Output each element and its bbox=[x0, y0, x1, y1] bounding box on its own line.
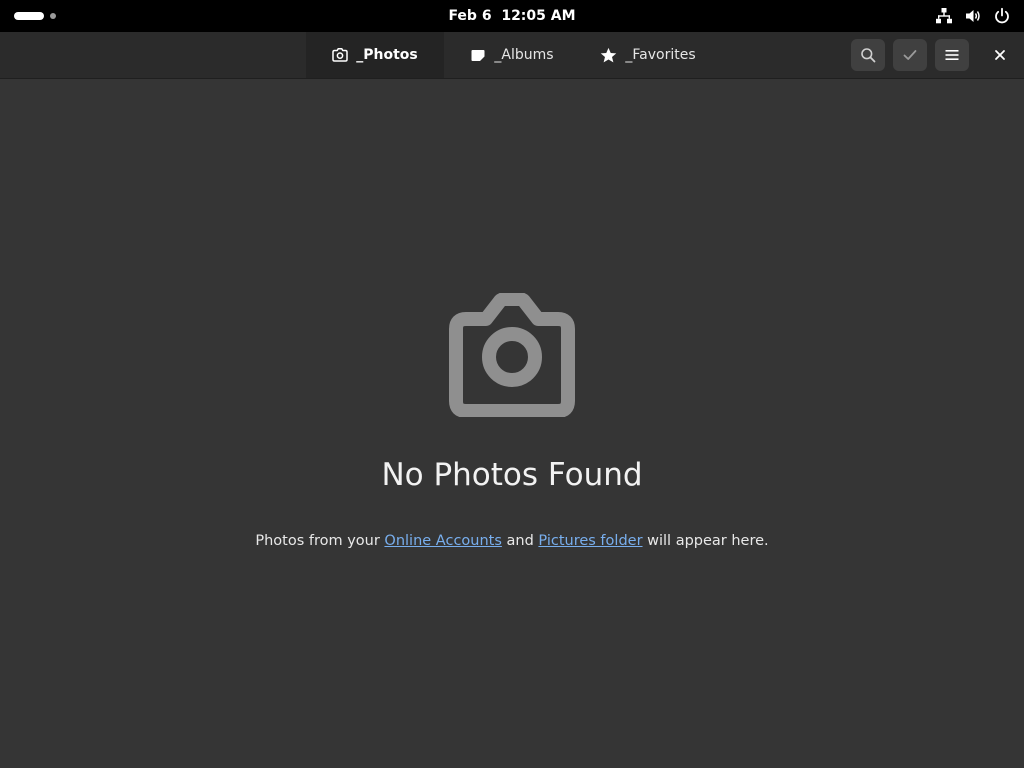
network-icon[interactable] bbox=[934, 6, 954, 26]
activities-indicator[interactable] bbox=[14, 10, 56, 22]
star-icon bbox=[600, 47, 617, 64]
clock[interactable]: Feb 6 12:05 AM bbox=[0, 0, 1024, 32]
empty-desc-suffix: will appear here. bbox=[642, 533, 769, 549]
tab-favorites[interactable]: _Favorites bbox=[580, 32, 716, 78]
tab-favorites-label: _Favorites bbox=[625, 47, 696, 63]
search-button[interactable] bbox=[851, 39, 885, 71]
power-icon[interactable] bbox=[992, 6, 1012, 26]
checkmark-icon bbox=[902, 47, 918, 63]
pictures-folder-link[interactable]: Pictures folder bbox=[538, 533, 642, 549]
camera-icon bbox=[332, 47, 348, 63]
hamburger-menu-icon bbox=[944, 47, 960, 63]
header-bar: _Photos _Albums _Favorites bbox=[0, 32, 1024, 79]
online-accounts-link[interactable]: Online Accounts bbox=[384, 533, 501, 549]
selection-mode-button[interactable] bbox=[893, 39, 927, 71]
main-menu-button[interactable] bbox=[935, 39, 969, 71]
empty-desc-prefix: Photos from your bbox=[255, 533, 385, 549]
system-tray[interactable] bbox=[934, 6, 1012, 26]
clock-time: 12:05 AM bbox=[501, 8, 576, 24]
main-content: No Photos Found Photos from your Online … bbox=[0, 79, 1024, 768]
empty-desc-middle: and bbox=[501, 533, 539, 549]
album-icon bbox=[470, 47, 486, 63]
tab-albums[interactable]: _Albums bbox=[444, 32, 580, 78]
volume-icon[interactable] bbox=[963, 6, 983, 26]
clock-date: Feb 6 bbox=[448, 8, 492, 24]
close-window-button[interactable] bbox=[983, 39, 1017, 71]
tab-albums-label: _Albums bbox=[494, 47, 554, 63]
tab-photos[interactable]: _Photos bbox=[306, 32, 444, 78]
view-switcher: _Photos _Albums _Favorites bbox=[306, 32, 716, 78]
camera-icon bbox=[446, 292, 578, 418]
close-icon bbox=[994, 49, 1006, 61]
search-icon bbox=[860, 47, 876, 63]
workspace-dot-indicator bbox=[50, 13, 56, 19]
system-top-bar: Feb 6 12:05 AM bbox=[0, 0, 1024, 32]
empty-state-title: No Photos Found bbox=[381, 457, 643, 493]
workspace-active-indicator bbox=[14, 12, 44, 20]
empty-state-description: Photos from your Online Accounts and Pic… bbox=[0, 533, 1024, 549]
tab-photos-label: _Photos bbox=[356, 47, 418, 63]
